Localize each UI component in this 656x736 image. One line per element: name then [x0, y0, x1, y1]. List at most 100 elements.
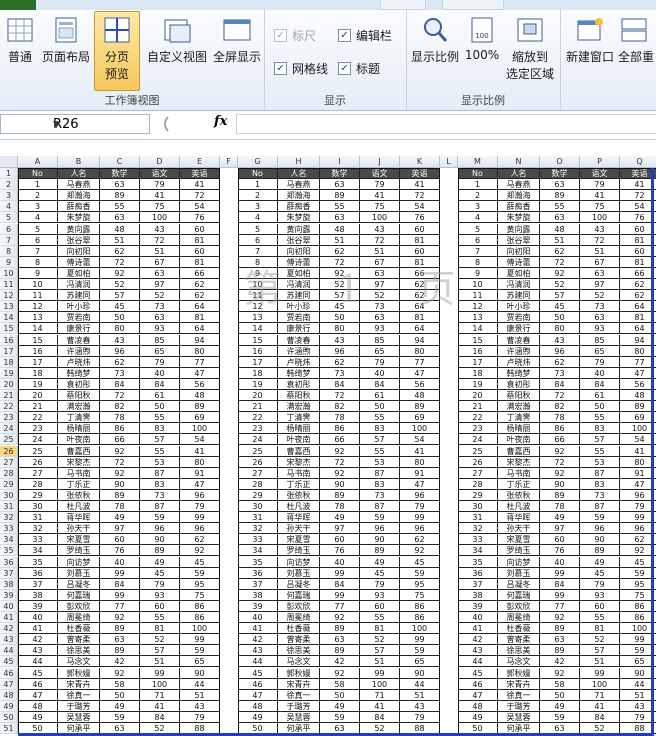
table-cell[interactable]: 92	[100, 667, 140, 679]
table-cell[interactable]: 55	[580, 612, 620, 624]
table-cell[interactable]: 杜香薇	[498, 623, 540, 635]
table-cell[interactable]: 72	[180, 190, 220, 202]
column-header-f[interactable]: F	[220, 156, 238, 168]
table-cell[interactable]: 90	[180, 667, 220, 679]
table-cell[interactable]: 36	[238, 567, 278, 579]
table-cell[interactable]: 92	[320, 612, 360, 624]
table-cell[interactable]: 43	[360, 223, 400, 235]
table-cell[interactable]: 郑瀚海	[58, 190, 100, 202]
table-cell[interactable]: 94	[180, 334, 220, 346]
table-cell[interactable]: 83	[140, 478, 180, 490]
table-cell[interactable]: 48	[400, 390, 440, 402]
table-cell[interactable]: 马念文	[278, 656, 320, 668]
table-cell[interactable]: 62	[100, 245, 140, 257]
table-cell[interactable]: 12	[458, 301, 498, 313]
table-cell[interactable]: 63	[100, 179, 140, 191]
table-cell[interactable]: 叶小珍	[278, 301, 320, 313]
table-cell[interactable]: 60	[540, 534, 580, 546]
table-cell[interactable]: 36	[458, 567, 498, 579]
table-cell[interactable]: 48	[320, 223, 360, 235]
table-cell[interactable]: 93	[360, 323, 400, 335]
table-cell[interactable]: 96	[580, 523, 620, 535]
table-cell[interactable]: 54	[400, 201, 440, 213]
table-cell[interactable]: 45	[580, 567, 620, 579]
table-header-cell[interactable]: 语文	[360, 168, 400, 180]
table-cell[interactable]: 31	[18, 512, 58, 524]
table-cell[interactable]: 43	[580, 223, 620, 235]
table-cell[interactable]: 向初阳	[498, 245, 540, 257]
table-cell[interactable]: 黄向露	[498, 223, 540, 235]
table-cell[interactable]: 59	[580, 512, 620, 524]
table-cell[interactable]: 周冕绮	[58, 612, 100, 624]
table-cell[interactable]: 43	[540, 334, 580, 346]
column-header-k[interactable]: K	[400, 156, 440, 168]
table-cell[interactable]: 52	[140, 634, 180, 646]
column-header-q[interactable]: Q	[620, 156, 656, 168]
table-cell[interactable]: 57	[100, 290, 140, 302]
table-cell[interactable]: 13	[238, 312, 278, 324]
table-cell[interactable]: 97	[540, 523, 580, 535]
table-cell[interactable]: 49	[18, 711, 58, 723]
table-cell[interactable]: 宋青卉	[58, 678, 100, 690]
row-header-12[interactable]: 12	[0, 290, 18, 302]
table-cell[interactable]: 傅诗蕾	[278, 256, 320, 268]
table-cell[interactable]: 83	[580, 478, 620, 490]
table-cell[interactable]: 何嘉瑞	[278, 589, 320, 601]
table-cell[interactable]: 19	[238, 378, 278, 390]
table-cell[interactable]: 吴慧蓉	[278, 711, 320, 723]
row-header-7[interactable]: 7	[0, 234, 18, 246]
table-cell[interactable]: 97	[360, 279, 400, 291]
table-cell[interactable]: 曹凌春	[498, 334, 540, 346]
table-cell[interactable]: 99	[540, 567, 580, 579]
table-cell[interactable]: 43	[320, 334, 360, 346]
table-cell[interactable]: 81	[180, 234, 220, 246]
table-cell[interactable]: 吕凝冬	[498, 578, 540, 590]
table-cell[interactable]: 93	[580, 323, 620, 335]
table-cell[interactable]: 87	[140, 501, 180, 513]
table-cell[interactable]: 57	[360, 645, 400, 657]
table-cell[interactable]: 84	[540, 378, 580, 390]
table-cell[interactable]: 16	[458, 345, 498, 357]
table-cell[interactable]: 41	[400, 179, 440, 191]
table-cell[interactable]: 15	[238, 334, 278, 346]
table-cell[interactable]: 72	[400, 190, 440, 202]
table-cell[interactable]: 75	[400, 589, 440, 601]
table-cell[interactable]: 83	[580, 423, 620, 435]
table-cell[interactable]: 40	[100, 556, 140, 568]
table-cell[interactable]: 92	[320, 667, 360, 679]
table-cell[interactable]: 向访梦	[498, 556, 540, 568]
table-cell[interactable]: 2	[238, 190, 278, 202]
table-cell[interactable]: 67	[360, 256, 400, 268]
table-cell[interactable]: 97	[140, 279, 180, 291]
table-cell[interactable]: 99	[100, 567, 140, 579]
table-cell[interactable]: 贾若南	[58, 312, 100, 324]
table-cell[interactable]: 59	[400, 645, 440, 657]
table-cell[interactable]: 彭欢欣	[498, 600, 540, 612]
table-cell[interactable]: 45	[100, 301, 140, 313]
table-cell[interactable]: 89	[180, 401, 220, 413]
table-cell[interactable]: 79	[580, 356, 620, 368]
table-cell[interactable]: 72	[320, 456, 360, 468]
page-layout-button[interactable]: 页面布局	[40, 16, 92, 65]
worksheet-grid[interactable]: A B C D E F G H I J K L M N O P Q 1 2 3 4 5 6 7 8 9 10 11 12 13 14 15 16…	[0, 156, 656, 736]
row-header-42[interactable]: 42	[0, 623, 18, 635]
table-cell[interactable]: 43	[180, 700, 220, 712]
table-cell[interactable]: 58	[320, 678, 360, 690]
row-header-32[interactable]: 32	[0, 512, 18, 524]
table-cell[interactable]: 许涵煦	[58, 345, 100, 357]
table-cell[interactable]: 63	[100, 634, 140, 646]
row-header-35[interactable]: 35	[0, 545, 18, 557]
table-cell[interactable]: 35	[458, 556, 498, 568]
table-cell[interactable]: 50	[100, 312, 140, 324]
table-cell[interactable]: 马春燕	[58, 179, 100, 191]
row-header-4[interactable]: 4	[0, 201, 18, 213]
row-header-23[interactable]: 23	[0, 412, 18, 424]
table-cell[interactable]: 65	[400, 656, 440, 668]
table-cell[interactable]: 彭欢欣	[58, 600, 100, 612]
table-cell[interactable]: 3	[238, 201, 278, 213]
table-cell[interactable]: 17	[458, 356, 498, 368]
row-header-2[interactable]: 2	[0, 179, 18, 191]
table-cell[interactable]: 100	[580, 212, 620, 224]
table-cell[interactable]: 79	[360, 356, 400, 368]
row-header-16[interactable]: 16	[0, 334, 18, 346]
